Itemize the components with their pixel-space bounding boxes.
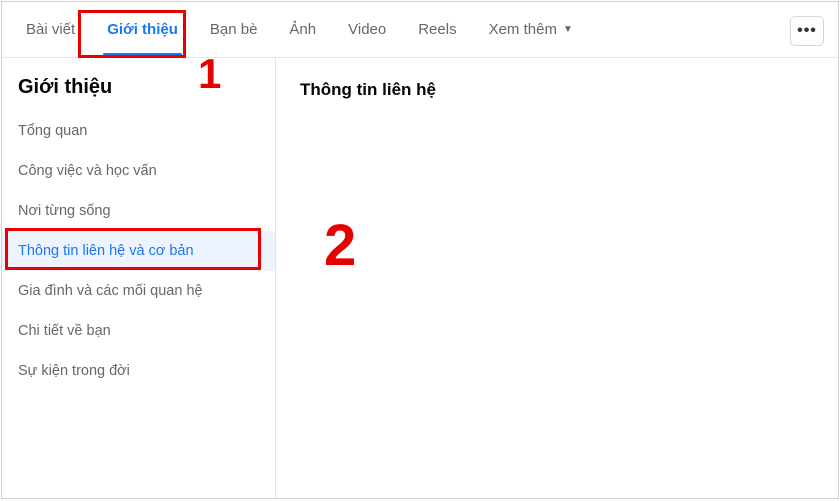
sidebar-item-label: Thông tin liên hệ và cơ bản — [18, 243, 194, 259]
tab-reels[interactable]: Reels — [402, 2, 472, 58]
tab-label: Giới thiệu — [107, 21, 178, 38]
more-options-button[interactable]: ••• — [790, 16, 824, 46]
sidebar-item-places-lived[interactable]: Nơi từng sống — [2, 191, 275, 231]
tab-about[interactable]: Giới thiệu — [91, 2, 194, 58]
tab-posts[interactable]: Bài viết — [10, 2, 91, 58]
sidebar-item-work-education[interactable]: Công việc và học vấn — [2, 151, 275, 191]
sidebar-item-label: Sự kiện trong đời — [18, 363, 130, 379]
sidebar-item-contact-basic-info[interactable]: Thông tin liên hệ và cơ bản — [2, 231, 275, 271]
tab-label: Xem thêm — [489, 21, 557, 38]
tab-label: Bài viết — [26, 21, 75, 38]
sidebar-item-label: Gia đình và các mối quan hệ — [18, 283, 203, 299]
sidebar-title: Giới thiệu — [2, 76, 275, 111]
ellipsis-icon: ••• — [797, 22, 817, 40]
tab-more[interactable]: Xem thêm ▼ — [473, 2, 589, 58]
tab-friends[interactable]: Bạn bè — [194, 2, 274, 58]
sidebar-item-overview[interactable]: Tổng quan — [2, 111, 275, 151]
sidebar-item-details-about-you[interactable]: Chi tiết về bạn — [2, 311, 275, 351]
tab-photos[interactable]: Ảnh — [273, 2, 332, 58]
tab-label: Video — [348, 21, 386, 38]
sidebar-item-label: Tổng quan — [18, 123, 87, 139]
sidebar-item-label: Nơi từng sống — [18, 203, 111, 219]
about-sidebar: Giới thiệu Tổng quan Công việc và học vấ… — [2, 58, 276, 498]
tab-videos[interactable]: Video — [332, 2, 402, 58]
about-content: Thông tin liên hệ — [276, 58, 838, 498]
sidebar-item-label: Chi tiết về bạn — [18, 323, 111, 339]
sidebar-item-label: Công việc và học vấn — [18, 163, 157, 179]
sidebar-item-life-events[interactable]: Sự kiện trong đời — [2, 351, 275, 391]
tab-label: Ảnh — [289, 21, 316, 38]
sidebar-item-family-relationships[interactable]: Gia đình và các mối quan hệ — [2, 271, 275, 311]
content-heading: Thông tin liên hệ — [300, 80, 814, 100]
tab-label: Reels — [418, 21, 456, 38]
about-body: Giới thiệu Tổng quan Công việc và học vấ… — [2, 58, 838, 498]
chevron-down-icon: ▼ — [563, 24, 573, 35]
profile-tabs: Bài viết Giới thiệu Bạn bè Ảnh Video Ree… — [2, 2, 838, 58]
tab-label: Bạn bè — [210, 21, 258, 38]
